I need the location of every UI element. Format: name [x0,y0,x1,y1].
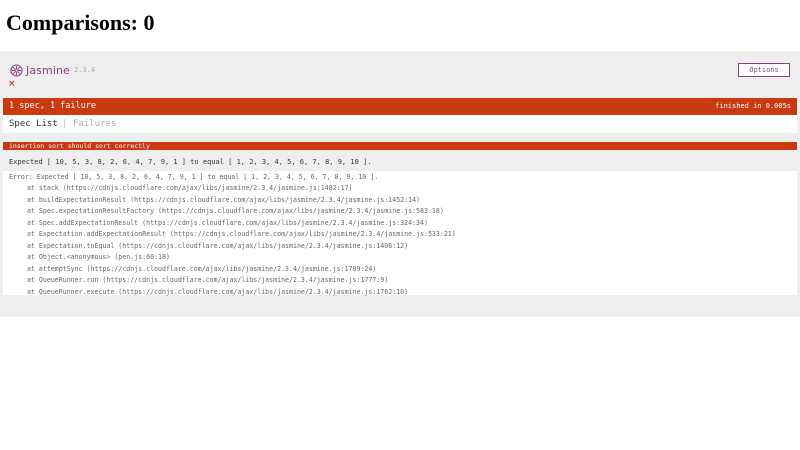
stack-frame: at Spec.addExpectationResult (https://cd… [27,218,428,227]
stack-frame: at Expectation.toEqual (https://cdnjs.cl… [27,241,409,250]
stack-trace: Error: Expected [ 10, 5, 3, 8, 2, 6, 4, … [3,171,797,296]
options-button[interactable]: Options [738,63,790,77]
stack-frame: at Expectation.addExpectationResult (htt… [27,230,456,238]
page-title: Comparisons: 0 [6,10,155,35]
failed-spec-title-bar: insertion sort should sort correctly [3,142,797,150]
jasmine-reporter: Jasmine 2.3.4 Options × 1 spec, 1 failur… [0,51,800,317]
jasmine-banner: Jasmine 2.3.4 [10,64,95,80]
stack-error-line: Error: Expected [ 10, 5, 3, 8, 2, 6, 4, … [9,173,379,181]
failure-alert-bar: 1 spec, 1 failure finished in 0.005s [3,98,797,115]
jasmine-version: 2.3.4 [74,66,96,74]
stack-frame: at stack (https://cdnjs.cloudflare.com/a… [27,184,353,192]
failures-link[interactable]: Failures [73,119,116,129]
results-nav: Spec List | Failures [3,115,797,133]
failure-message: Expected [ 10, 5, 3, 8, 2, 6, 4, 7, 9, 1… [9,158,372,166]
jasmine-flower-icon [10,64,23,77]
stack-frame: at Object.<anonymous> (pen.js:60:18) [27,253,170,261]
stack-frame: at buildExpectationResult (https://cdnjs… [27,195,421,204]
spec-summary: 1 spec, 1 failure [9,101,96,111]
jasmine-logo: Jasmine [10,64,70,77]
close-icon[interactable]: × [8,79,16,89]
jasmine-logo-text: Jasmine [26,64,70,77]
stack-frame: at QueueRunner.run (https://cdnjs.cloudf… [27,276,389,284]
stack-frame: at QueueRunner.execute (https://cdnjs.cl… [27,287,409,296]
stack-frame: at Spec.expectationResultFactory (https:… [27,207,444,215]
run-duration: finished in 0.005s [715,102,791,110]
nav-separator: | [62,119,68,129]
stack-frame: at attemptSync (https://cdnjs.cloudflare… [27,264,377,273]
spec-list-link[interactable]: Spec List [9,119,58,129]
failed-spec-title[interactable]: insertion sort should sort correctly [9,142,150,150]
